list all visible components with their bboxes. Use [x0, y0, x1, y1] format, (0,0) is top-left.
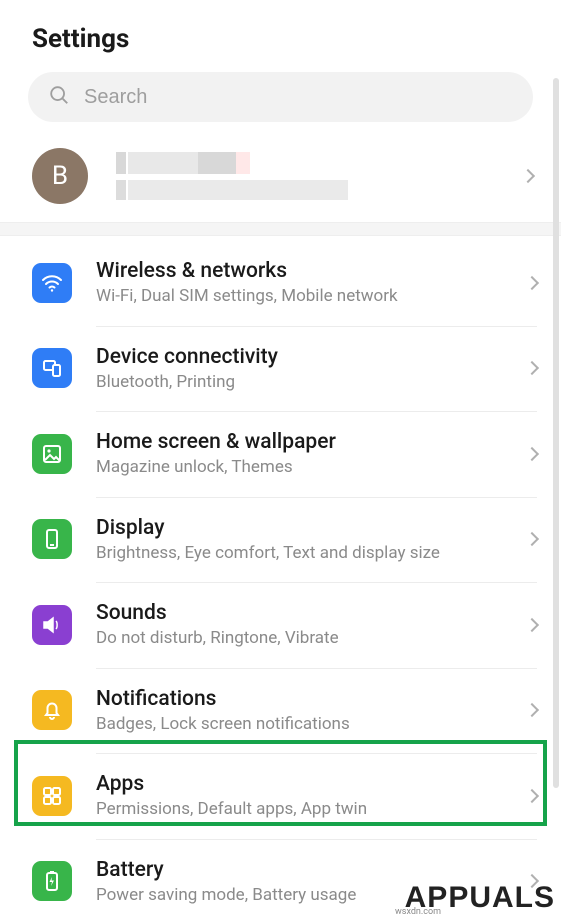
wifi-icon: [32, 263, 72, 303]
item-apps[interactable]: Apps Permissions, Default apps, App twin: [0, 753, 561, 839]
item-home-screen[interactable]: Home screen & wallpaper Magazine unlock,…: [0, 411, 561, 497]
search-icon: [48, 84, 70, 110]
item-sub: Badges, Lock screen notifications: [96, 714, 527, 735]
item-sub: Permissions, Default apps, App twin: [96, 799, 527, 820]
item-sounds[interactable]: Sounds Do not disturb, Ringtone, Vibrate: [0, 582, 561, 668]
item-sub: Brightness, Eye comfort, Text and displa…: [96, 543, 527, 564]
chevron-right-icon: [525, 789, 539, 803]
item-title: Apps: [96, 771, 527, 797]
bell-icon: [32, 690, 72, 730]
item-title: Home screen & wallpaper: [96, 429, 527, 455]
section-divider: [0, 222, 561, 236]
item-sub: Wi-Fi, Dual SIM settings, Mobile network: [96, 286, 527, 307]
apps-icon: [32, 776, 72, 816]
item-device-connectivity[interactable]: Device connectivity Bluetooth, Printing: [0, 326, 561, 412]
wallpaper-icon: [32, 434, 72, 474]
chevron-right-icon: [525, 618, 539, 632]
chevron-right-icon: [525, 361, 539, 375]
account-text-redacted: [116, 152, 523, 200]
avatar: B: [32, 148, 88, 204]
item-title: Notifications: [96, 686, 527, 712]
search-input[interactable]: [84, 86, 513, 109]
chevron-right-icon: [521, 169, 535, 183]
item-title: Wireless & networks: [96, 258, 527, 284]
account-row[interactable]: B: [0, 136, 561, 222]
settings-list: Wireless & networks Wi-Fi, Dual SIM sett…: [0, 236, 561, 917]
scrollbar-track[interactable]: [553, 78, 559, 788]
item-sub: Magazine unlock, Themes: [96, 457, 527, 478]
device-connectivity-icon: [32, 348, 72, 388]
settings-screen: Settings B: [0, 0, 561, 917]
chevron-right-icon: [525, 703, 539, 717]
item-sub: Bluetooth, Printing: [96, 372, 527, 393]
item-title: Device connectivity: [96, 344, 527, 370]
item-notifications[interactable]: Notifications Badges, Lock screen notifi…: [0, 668, 561, 754]
item-title: Sounds: [96, 600, 527, 626]
sounds-icon: [32, 605, 72, 645]
item-title: Battery: [96, 857, 527, 883]
watermark: APPUALS: [405, 881, 555, 915]
page-title: Settings: [32, 24, 529, 54]
item-sub: Do not disturb, Ringtone, Vibrate: [96, 628, 527, 649]
search-bar[interactable]: [28, 72, 533, 122]
item-display[interactable]: Display Brightness, Eye comfort, Text an…: [0, 497, 561, 583]
battery-icon: [32, 861, 72, 901]
chevron-right-icon: [525, 447, 539, 461]
item-wireless[interactable]: Wireless & networks Wi-Fi, Dual SIM sett…: [0, 240, 561, 326]
header: Settings: [0, 0, 561, 72]
chevron-right-icon: [525, 532, 539, 546]
display-icon: [32, 519, 72, 559]
chevron-right-icon: [525, 276, 539, 290]
item-title: Display: [96, 515, 527, 541]
